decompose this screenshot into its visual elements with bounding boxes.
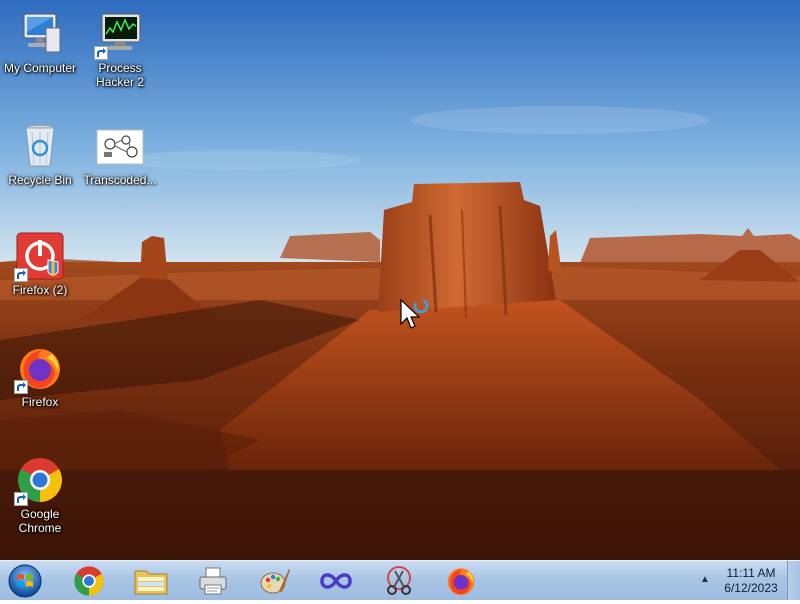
clock-date: 6/12/2023 (724, 581, 778, 595)
firefox-icon (14, 344, 64, 394)
desktop-icon-firefox-2[interactable]: Firefox (2) (0, 232, 80, 297)
taskbar-chrome[interactable] (71, 563, 107, 599)
paint-icon (260, 569, 290, 594)
desktop-icon-label: Process Hacker 2 (95, 61, 145, 89)
chrome-icon (14, 456, 64, 506)
power-button-app-icon (14, 232, 64, 282)
shortcut-arrow-icon (14, 492, 28, 506)
clock-time: 11:11 AM (726, 566, 776, 580)
desktop-icon-label: Firefox (21, 395, 59, 409)
chrome-icon (74, 566, 104, 596)
desktop-icon-recycle-bin[interactable]: Recycle Bin (0, 122, 80, 187)
taskbar-paint[interactable] (257, 563, 293, 599)
printer-icon (199, 567, 227, 595)
desktop-icon-label: Transcoded... (83, 173, 157, 187)
start-orb-icon (8, 564, 42, 598)
taskbar-file-explorer[interactable] (133, 563, 169, 599)
desktop-icon-label: My Computer (3, 61, 77, 75)
shortcut-arrow-icon (14, 380, 28, 394)
taskbar-infinity-app[interactable] (318, 563, 354, 599)
desktop-icon-label: Recycle Bin (8, 173, 72, 187)
scissors-tool-icon (387, 566, 411, 595)
system-clock[interactable]: 11:11 AM 6/12/2023 (716, 566, 786, 596)
busy-cursor-icon (399, 298, 431, 332)
taskbar-snipping-tool[interactable] (381, 563, 417, 599)
desktop-icon-process-hacker[interactable]: Process Hacker 2 (80, 10, 160, 89)
show-hidden-icons-button[interactable]: ▲ (698, 573, 712, 587)
firefox-icon (447, 568, 475, 595)
desktop-icon-label: Firefox (2) (12, 283, 68, 297)
taskbar-firefox[interactable] (443, 563, 479, 599)
taskbar-printer[interactable] (195, 563, 231, 599)
show-desktop-button[interactable] (787, 561, 800, 600)
start-button[interactable] (7, 563, 43, 599)
desktop-icon-google-chrome[interactable]: Google Chrome (0, 456, 80, 535)
desktop-icon-transcoded[interactable]: Transcoded... (80, 122, 160, 187)
desktop-icon-label: Google Chrome (18, 507, 62, 535)
computer-icon (16, 10, 64, 58)
recycle-bin-icon (16, 122, 64, 170)
desktop-icon-firefox[interactable]: Firefox (0, 344, 80, 409)
shortcut-arrow-icon (14, 268, 28, 282)
process-hacker-icon (94, 10, 144, 60)
taskbar: ▲ 11:11 AM 6/12/2023 (0, 560, 800, 600)
image-file-icon (96, 122, 144, 170)
shortcut-arrow-icon (94, 46, 108, 60)
folder-icon (134, 570, 168, 595)
infinity-app-icon (320, 573, 352, 589)
desktop-icon-my-computer[interactable]: My Computer (0, 10, 80, 75)
